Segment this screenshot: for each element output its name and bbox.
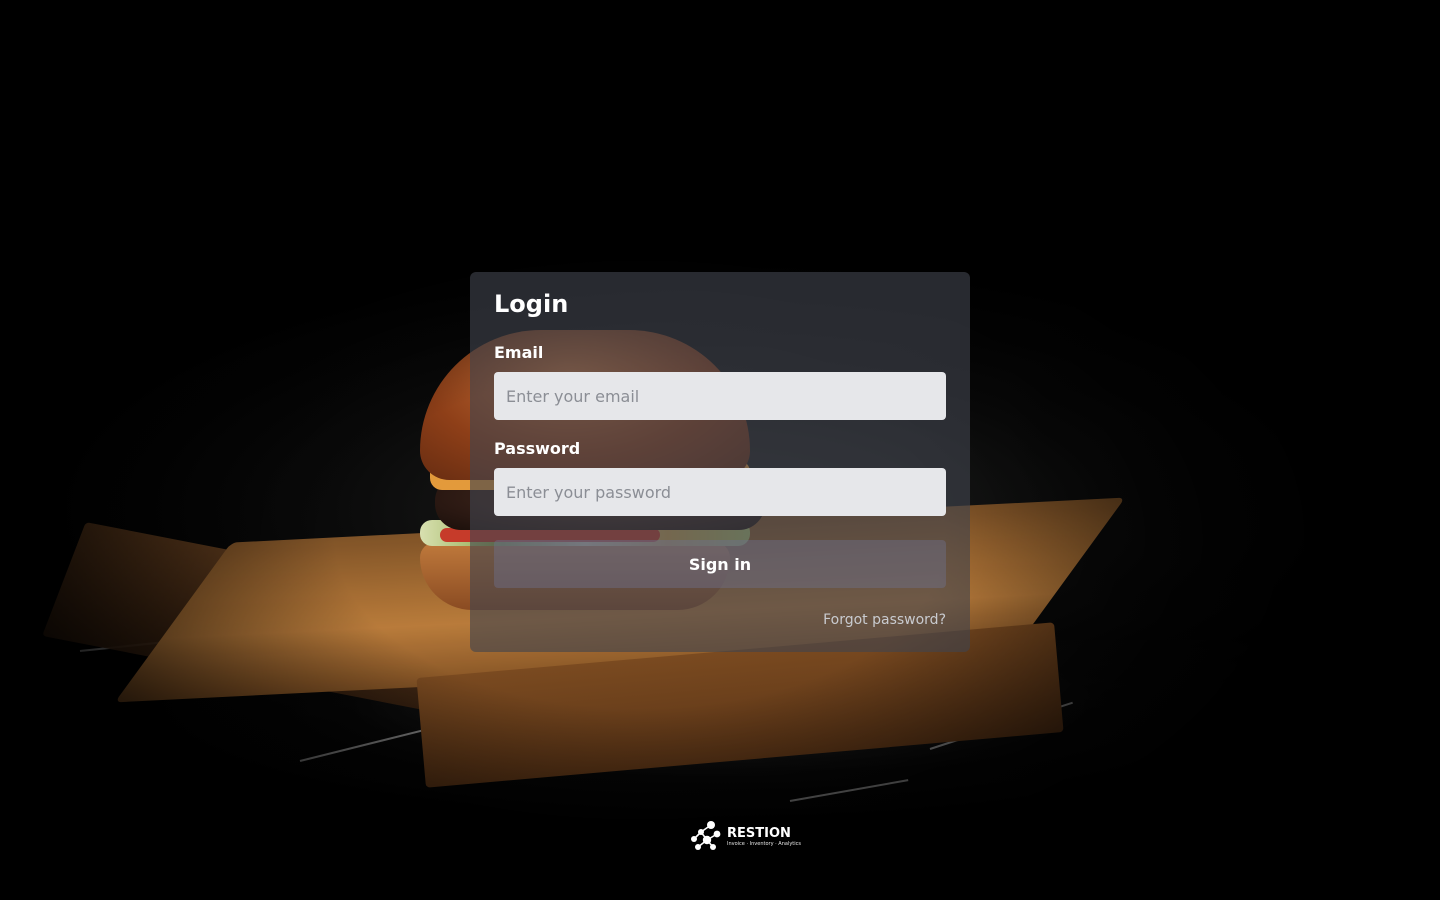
email-field[interactable] bbox=[494, 372, 946, 420]
molecule-dots-icon bbox=[691, 821, 721, 850]
brand-logo: RESTION Invoice · Inventory · Analytics bbox=[689, 820, 811, 852]
brand-tagline: Invoice · Inventory · Analytics bbox=[727, 841, 801, 847]
sign-in-button[interactable]: Sign in bbox=[494, 540, 946, 588]
password-field[interactable] bbox=[494, 468, 946, 516]
brand-name: RESTION bbox=[727, 826, 791, 841]
login-title: Login bbox=[494, 290, 569, 318]
forgot-password-link[interactable]: Forgot password? bbox=[494, 612, 946, 628]
login-card: Login Email Password Sign in Forgot pass… bbox=[470, 272, 970, 652]
password-label: Password bbox=[494, 439, 581, 458]
email-label: Email bbox=[494, 343, 544, 362]
